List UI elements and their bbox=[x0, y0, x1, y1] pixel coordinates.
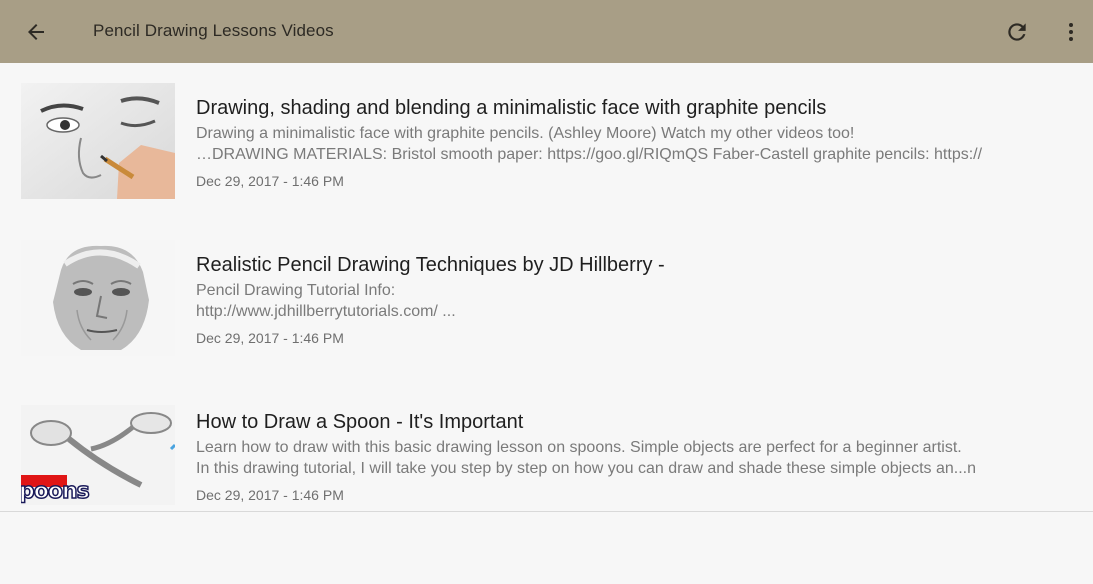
arrow-back-icon bbox=[28, 24, 44, 40]
video-thumbnail bbox=[21, 83, 175, 199]
video-title: How to Draw a Spoon - It's Important bbox=[196, 411, 524, 433]
video-thumbnail: poons bbox=[21, 405, 175, 505]
video-thumbnail bbox=[21, 240, 175, 356]
list-divider bbox=[0, 511, 1093, 512]
video-title: Drawing, shading and blending a minimali… bbox=[196, 97, 827, 119]
video-description: Drawing a minimalistic face with graphit… bbox=[196, 125, 983, 163]
video-description: Pencil Drawing Tutorial Info: http://www… bbox=[196, 282, 456, 320]
refresh-button[interactable] bbox=[1003, 18, 1031, 46]
video-date: Dec 29, 2017 - 1:46 PM bbox=[196, 330, 344, 346]
video-list-item[interactable]: Drawing, shading and blending a minimali… bbox=[0, 63, 1093, 220]
video-date: Dec 29, 2017 - 1:46 PM bbox=[196, 173, 344, 189]
more-vert-icon bbox=[1069, 23, 1073, 41]
thumbnail-caption: poons bbox=[21, 478, 90, 505]
video-list-item[interactable]: Realistic Pencil Drawing Techniques by J… bbox=[0, 220, 1093, 377]
overflow-menu-button[interactable] bbox=[1058, 18, 1084, 46]
video-list-item[interactable]: poons How to Draw a Spoon - It's Importa… bbox=[0, 377, 1093, 512]
video-date: Dec 29, 2017 - 1:46 PM bbox=[196, 487, 344, 503]
back-button[interactable] bbox=[22, 18, 50, 46]
video-title: Realistic Pencil Drawing Techniques by J… bbox=[196, 254, 665, 276]
refresh-icon bbox=[1008, 23, 1026, 41]
page-title: Pencil Drawing Lessons Videos bbox=[93, 21, 334, 40]
video-description: Learn how to draw with this basic drawin… bbox=[196, 439, 976, 477]
app-bar: Pencil Drawing Lessons Videos bbox=[0, 0, 1093, 63]
video-list: Drawing, shading and blending a minimali… bbox=[0, 63, 1093, 512]
